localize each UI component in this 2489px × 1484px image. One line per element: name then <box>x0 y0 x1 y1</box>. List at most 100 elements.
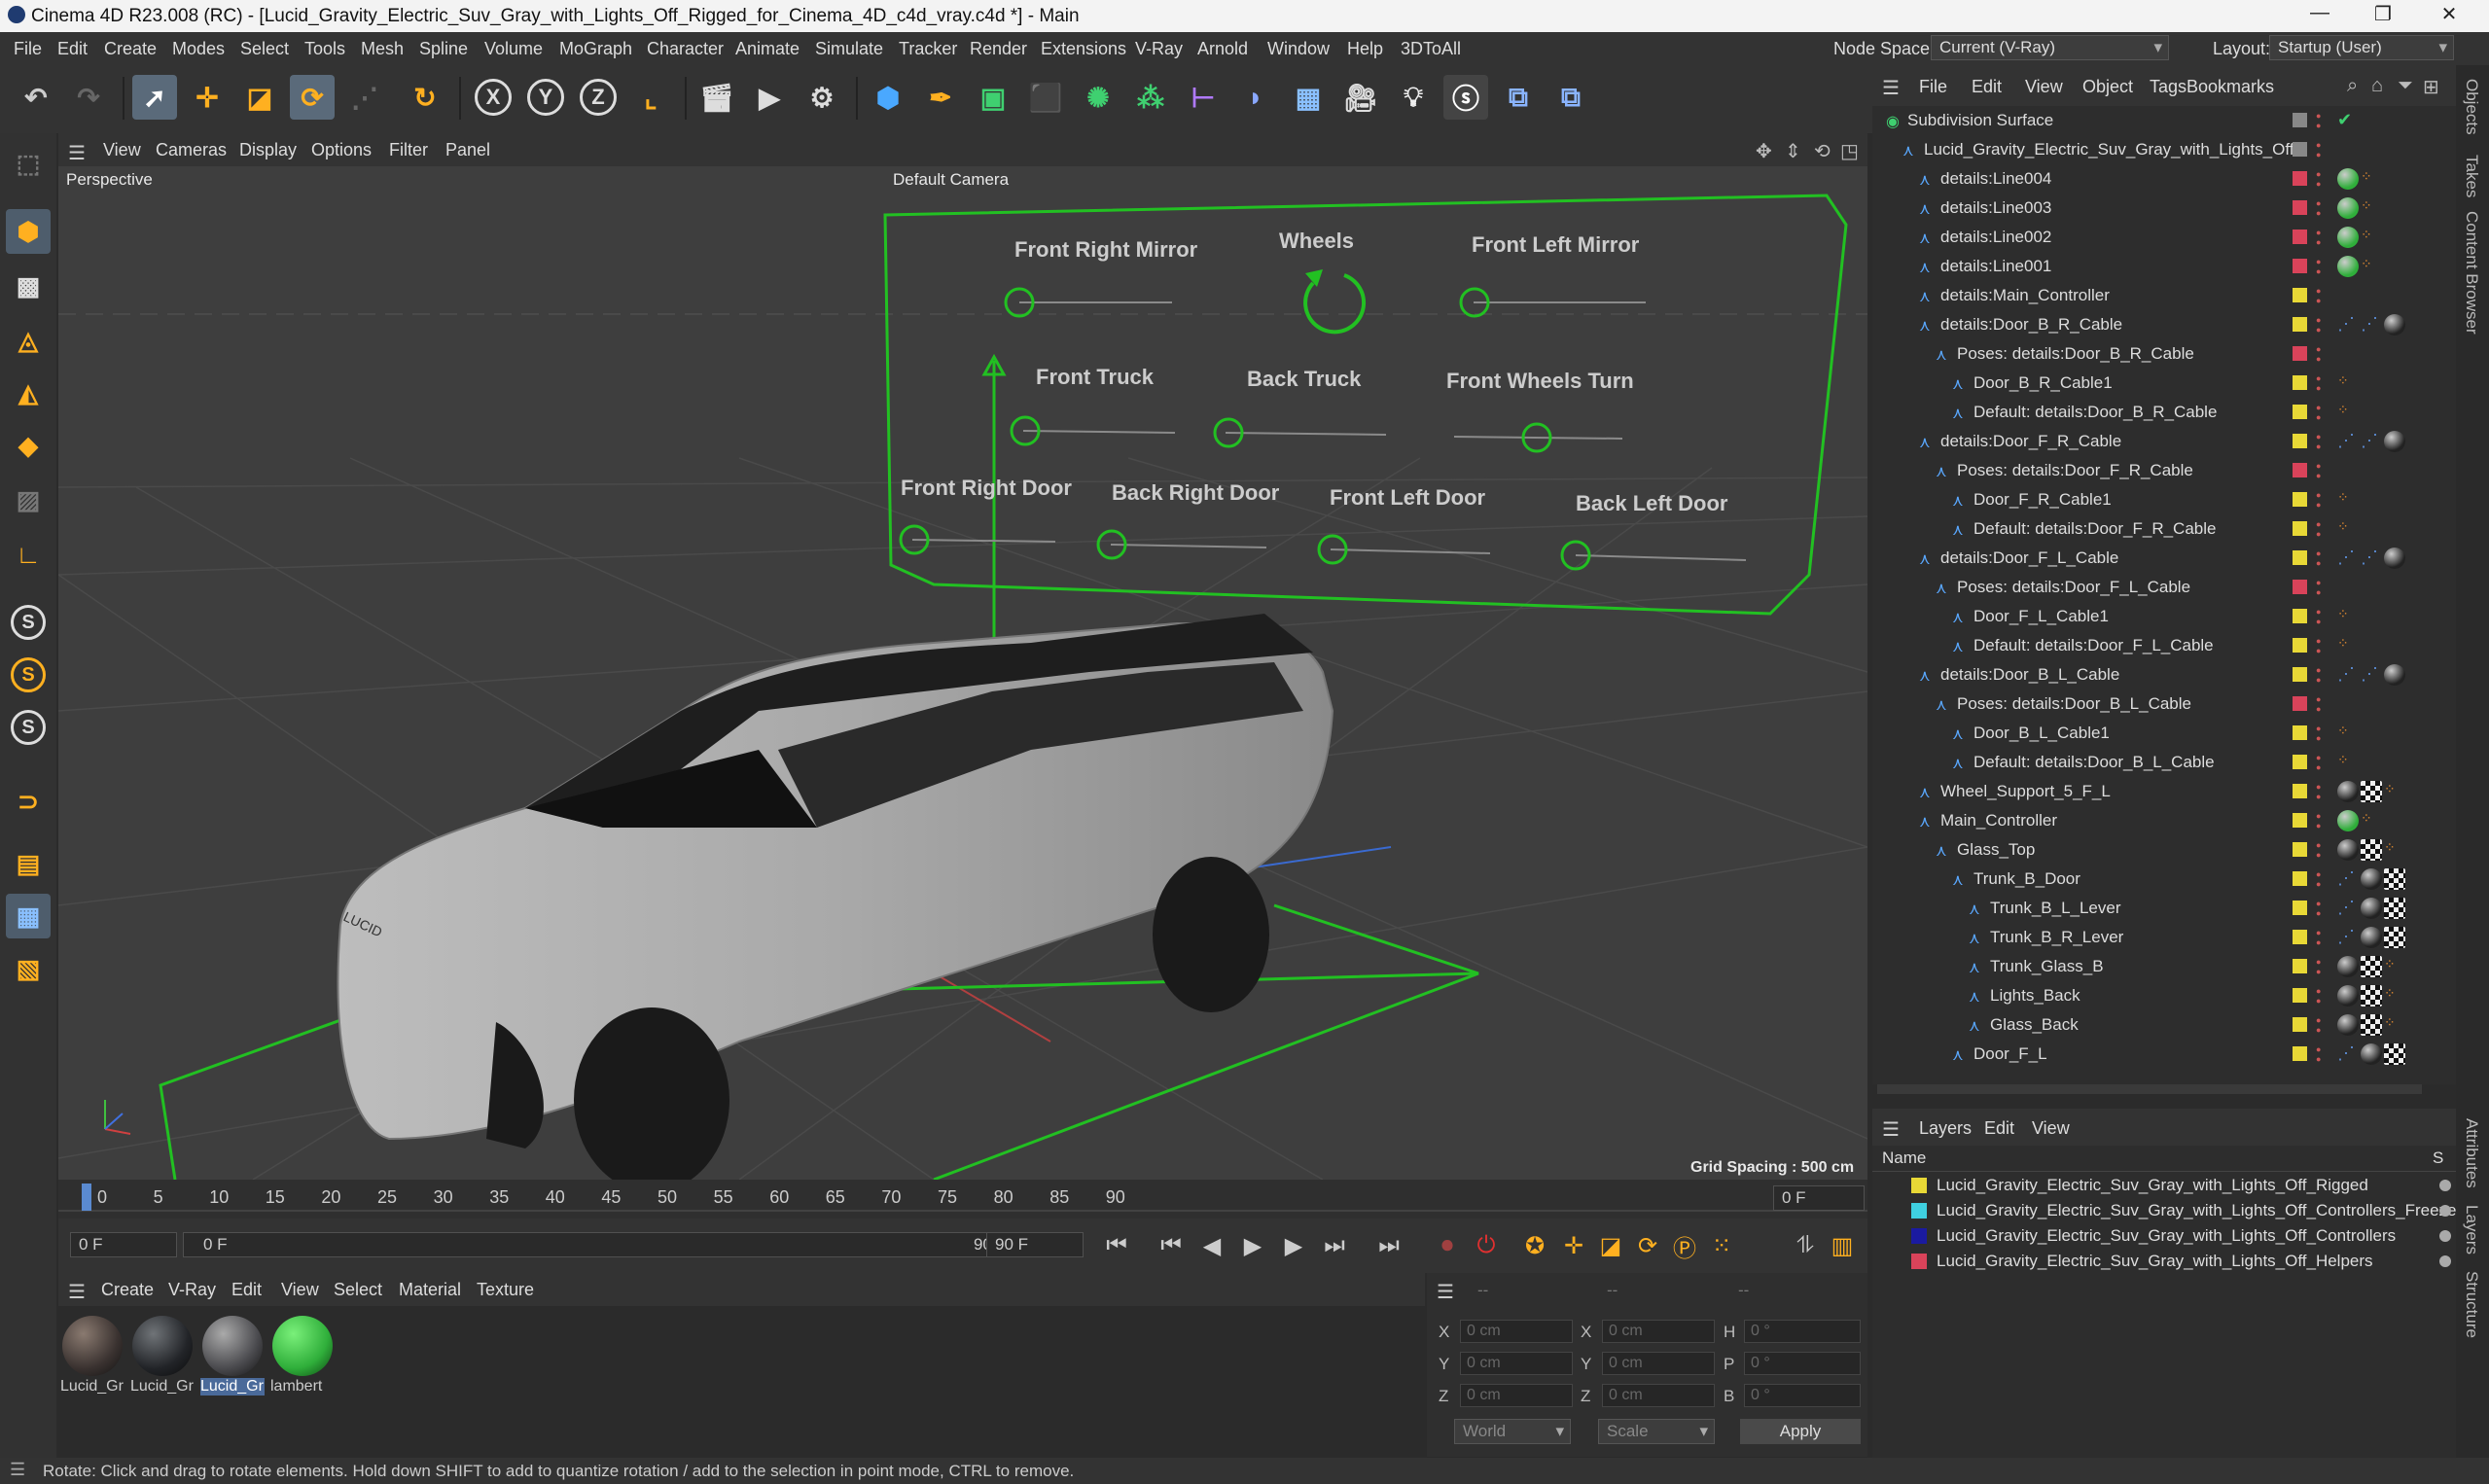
object-tree-row[interactable]: ⋏ details:Door_F_R_Cable ● ● ⋰ ⋰ <box>1872 427 2456 456</box>
visibility-dots-icon[interactable]: ● ● <box>2316 957 2322 976</box>
menu-modes[interactable]: Modes <box>172 39 225 59</box>
menu-spline[interactable]: Spline <box>419 39 468 59</box>
make-editable-button[interactable]: ⬚ <box>6 141 51 186</box>
object-tree-row[interactable]: ⋏ details:Door_F_L_Cable ● ● ⋰ ⋰ <box>1872 544 2456 573</box>
home-icon[interactable]: ⌂ <box>2371 75 2383 97</box>
material-menu-create[interactable]: Create <box>101 1280 154 1300</box>
object-tag-dark-icon[interactable] <box>2337 1014 2359 1036</box>
object-tree-row[interactable]: ⋏ Trunk_B_Door ● ● ⋰ <box>1872 865 2456 894</box>
object-tag-orange-icon[interactable]: ⁘ <box>2384 985 2405 1007</box>
visibility-dots-icon[interactable]: ● ● <box>2316 344 2322 364</box>
layer-color-swatch[interactable] <box>2293 521 2307 536</box>
object-tag-orange-icon[interactable]: ⁘ <box>2337 402 2359 423</box>
rot-b-field[interactable]: 0 ° <box>1744 1384 1861 1407</box>
layer-color-swatch[interactable] <box>2293 842 2307 857</box>
object-tag-checker-icon[interactable] <box>2361 1014 2382 1036</box>
menu-window[interactable]: Window <box>1267 39 1330 59</box>
layer-color-swatch[interactable] <box>1911 1178 1927 1193</box>
object-tag-blue-icon[interactable]: ⋰ <box>2337 431 2359 452</box>
visibility-dots-icon[interactable]: ● ● <box>2316 373 2322 393</box>
key-scale-button[interactable]: ◪ <box>1593 1228 1628 1263</box>
layer-color-swatch[interactable] <box>2293 230 2307 244</box>
object-menu-file[interactable]: File <box>1919 77 1947 97</box>
layer-color-swatch[interactable] <box>2293 1017 2307 1032</box>
object-tree-row[interactable]: ◉ Subdivision Surface ● ● ✔ <box>1872 106 2456 135</box>
hamburger-icon[interactable]: ☰ <box>1882 76 1900 100</box>
timeline-ruler[interactable]: 0 5 10 15 20 25 30 35 40 45 50 55 60 65 70 75 80 85 90 0 F <box>58 1180 1867 1219</box>
snap-button-2[interactable]: S <box>6 653 51 697</box>
visibility-dots-icon[interactable]: ● ● <box>2316 636 2322 655</box>
workplane-button[interactable]: ▤ <box>6 841 51 886</box>
object-tag-blue-icon[interactable]: ⋰ <box>2337 927 2359 948</box>
object-tag-orange-icon[interactable]: ⁘ <box>2337 489 2359 511</box>
object-tag-green-icon[interactable] <box>2337 197 2359 219</box>
object-tag-checker-icon[interactable] <box>2384 1043 2405 1065</box>
visibility-dots-icon[interactable]: ● ● <box>2316 286 2322 305</box>
object-tag-orange-icon[interactable]: ⁘ <box>2384 839 2405 861</box>
layer-row[interactable]: Lucid_Gravity_Electric_Suv_Gray_with_Lig… <box>1872 1223 2456 1249</box>
object-tag-checker-icon[interactable] <box>2361 781 2382 802</box>
coordinate-system-button[interactable]: ⌞ <box>628 75 673 120</box>
object-tag-orange-icon[interactable]: ⁘ <box>2361 227 2382 248</box>
visibility-dots-icon[interactable]: ● ● <box>2316 111 2322 130</box>
object-tag-blue-icon[interactable]: ⋰ <box>2337 868 2359 890</box>
next-key-button[interactable]: ⏭ <box>1317 1228 1352 1263</box>
snap-button-1[interactable]: S <box>6 600 51 645</box>
layer-color-swatch[interactable] <box>2293 550 2307 565</box>
layer-color-swatch[interactable] <box>2293 200 2307 215</box>
layer-row[interactable]: Lucid_Gravity_Electric_Suv_Gray_with_Lig… <box>1872 1173 2456 1198</box>
material-swatch[interactable]: Lucid_Gr <box>130 1314 195 1396</box>
menu-help[interactable]: Help <box>1347 39 1383 59</box>
menu-mesh[interactable]: Mesh <box>361 39 404 59</box>
next-frame-button[interactable]: ▶ <box>1276 1228 1311 1263</box>
uv-mode-button[interactable]: ▨ <box>6 477 51 522</box>
object-tree-scrollbar[interactable] <box>1877 1084 2422 1094</box>
visibility-dots-icon[interactable]: ● ● <box>2316 840 2322 860</box>
layer-color-swatch[interactable] <box>2293 317 2307 332</box>
layer-color-swatch[interactable] <box>2293 959 2307 973</box>
visibility-dots-icon[interactable]: ● ● <box>2316 315 2322 335</box>
layer-color-swatch[interactable] <box>2293 609 2307 623</box>
layer-color-swatch[interactable] <box>1911 1228 1927 1244</box>
rotate-view-icon[interactable]: ⟲ <box>1814 139 1831 163</box>
object-tag-dark-icon[interactable] <box>2361 927 2382 948</box>
layer-color-swatch[interactable] <box>2293 405 2307 419</box>
object-tag-orange-icon[interactable]: ⁘ <box>2337 372 2359 394</box>
size-mode-select[interactable]: Scale <box>1598 1419 1715 1444</box>
material-swatch[interactable]: lambert <box>270 1314 335 1396</box>
deformer-button[interactable]: ⊢ <box>1181 75 1226 120</box>
object-tree-row[interactable]: ⋏ Glass_Top ● ● ⁘ <box>1872 835 2456 865</box>
object-tag-blue-icon[interactable]: ⋰ <box>2337 1043 2359 1065</box>
size-z-field[interactable]: 0 cm <box>1602 1384 1715 1407</box>
layer-solo-toggle[interactable] <box>2439 1205 2451 1217</box>
object-tree-row[interactable]: ⋏ Poses: details:Door_B_L_Cable ● ● <box>1872 689 2456 719</box>
layer-color-swatch[interactable] <box>2293 1046 2307 1061</box>
object-tag-checker-icon[interactable] <box>2361 985 2382 1007</box>
magnet-button[interactable]: ⊃ <box>6 779 51 824</box>
object-tag-check-icon[interactable]: ✔ <box>2337 110 2359 131</box>
axis-mode-button[interactable]: ∟ <box>6 532 51 577</box>
hamburger-icon[interactable]: ☰ <box>68 1280 86 1304</box>
3d-viewport[interactable]: LUCID Perspective Default Camera Grid Sp… <box>58 166 1867 1180</box>
menu-file[interactable]: File <box>14 39 42 59</box>
object-tag-dark-icon[interactable] <box>2384 548 2405 569</box>
hamburger-icon[interactable]: ☰ <box>68 141 86 165</box>
visibility-dots-icon[interactable]: ● ● <box>2316 665 2322 685</box>
python-button-2[interactable]: ⧉ <box>1548 75 1593 120</box>
viewport-menu-view[interactable]: View <box>103 140 141 160</box>
pen-button[interactable]: ✒ <box>918 75 963 120</box>
object-tree-row[interactable]: ⋏ Door_F_L ● ● ⋰ <box>1872 1040 2456 1069</box>
layer-color-swatch[interactable] <box>2293 434 2307 448</box>
menu-vray[interactable]: V-Ray <box>1135 39 1183 59</box>
object-tag-dark-icon[interactable] <box>2361 1043 2382 1065</box>
layer-color-swatch[interactable] <box>2293 813 2307 828</box>
object-tag-orange-icon[interactable]: ⁘ <box>2361 168 2382 190</box>
snap-button-3[interactable]: S <box>6 705 51 750</box>
field-button[interactable]: ◗ <box>1233 75 1278 120</box>
object-tag-orange-icon[interactable]: ⁘ <box>2361 810 2382 831</box>
layer-menu-view[interactable]: View <box>2032 1118 2070 1139</box>
visibility-dots-icon[interactable]: ● ● <box>2316 607 2322 626</box>
extrude-button[interactable]: ⬛ <box>1023 75 1068 120</box>
object-tree-row[interactable]: ⋏ Default: details:Door_B_L_Cable ● ● ⁘ <box>1872 748 2456 777</box>
tab-attributes[interactable]: Attributes <box>2462 1118 2481 1188</box>
